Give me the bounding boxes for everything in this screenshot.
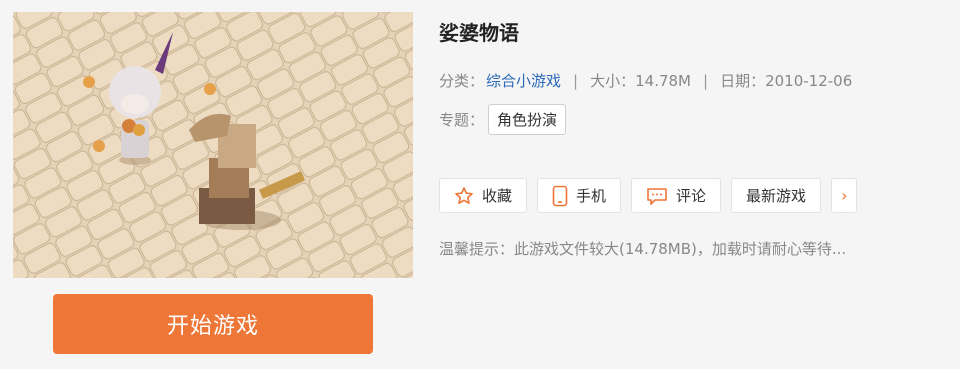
loading-tip: 温馨提示：此游戏文件较大(14.78MB)，加载时请耐心等待...	[439, 240, 847, 258]
mobile-label: 手机	[576, 187, 607, 205]
comment-label: 评论	[676, 187, 707, 205]
game-meta: 分类： 综合小游戏 | 大小： 14.78M | 日期： 2010-12-06	[439, 70, 852, 91]
game-cover-image	[13, 12, 413, 278]
size-label: 大小：	[590, 72, 636, 90]
meta-separator: |	[703, 71, 709, 90]
phone-icon	[552, 185, 568, 206]
comment-icon	[647, 187, 667, 205]
date-label: 日期：	[720, 72, 766, 90]
start-game-button[interactable]: 开始游戏	[53, 294, 373, 354]
meta-separator: |	[573, 71, 579, 90]
topic-row: 专题： 角色扮演	[439, 104, 567, 135]
topic-label: 专题：	[439, 111, 485, 129]
favorite-label: 收藏	[482, 187, 513, 205]
more-arrow-button[interactable]: ›	[831, 178, 858, 213]
date-value: 2010-12-06	[765, 71, 853, 90]
latest-games-button[interactable]: 最新游戏	[731, 178, 822, 213]
chevron-right-icon: ›	[841, 186, 848, 205]
category-link[interactable]: 综合小游戏	[486, 70, 561, 91]
game-title: 娑婆物语	[439, 21, 519, 45]
favorite-button[interactable]: 收藏	[439, 178, 528, 213]
mobile-button[interactable]: 手机	[537, 178, 622, 213]
star-icon	[455, 186, 473, 204]
size-value: 14.78M	[635, 71, 691, 90]
comment-button[interactable]: 评论	[631, 178, 722, 213]
category-label: 分类：	[439, 72, 485, 90]
action-bar: 收藏 手机 评论 最新游戏 ›	[439, 178, 858, 213]
latest-games-label: 最新游戏	[746, 187, 807, 205]
topic-tag[interactable]: 角色扮演	[488, 104, 567, 135]
